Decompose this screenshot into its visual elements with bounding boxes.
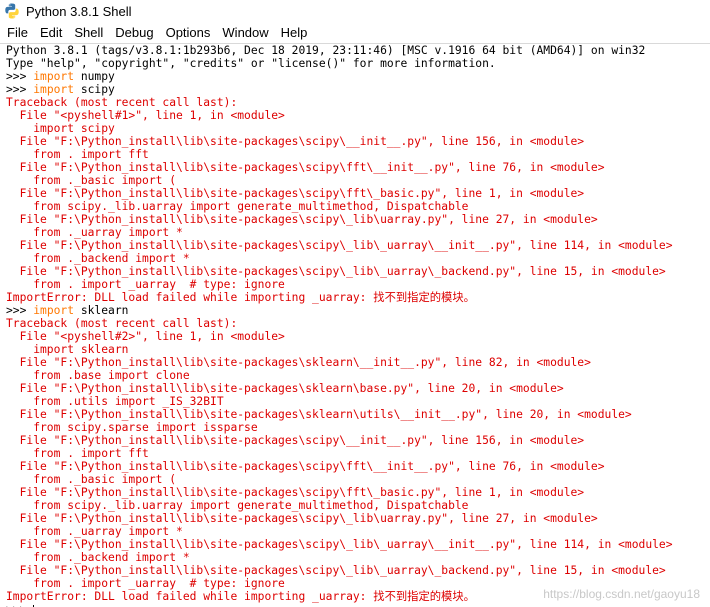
error-line: Traceback (most recent call last): bbox=[6, 317, 238, 330]
shell-text-area[interactable]: Python 3.8.1 (tags/v3.8.1:1b293b6, Dec 1… bbox=[0, 43, 710, 607]
error-line: Traceback (most recent call last): bbox=[6, 96, 238, 109]
error-line: from ._basic import ( bbox=[6, 174, 177, 187]
menu-window[interactable]: Window bbox=[216, 23, 274, 43]
error-line: from ._backend import * bbox=[6, 252, 190, 265]
error-line: from .utils import _IS_32BIT bbox=[6, 395, 224, 408]
error-line: File "F:\Python_install\lib\site-package… bbox=[6, 135, 585, 148]
menu-help[interactable]: Help bbox=[275, 23, 314, 43]
menu-bar: File Edit Shell Debug Options Window Hel… bbox=[0, 22, 710, 44]
error-line: from . import _uarray # type: ignore bbox=[6, 278, 285, 291]
error-line: File "F:\Python_install\lib\site-package… bbox=[6, 213, 598, 226]
input-text: numpy bbox=[74, 70, 115, 83]
menu-file[interactable]: File bbox=[0, 23, 34, 43]
error-line: File "F:\Python_install\lib\site-package… bbox=[6, 161, 605, 174]
keyword-token: import bbox=[33, 304, 75, 317]
error-line: from . import fft bbox=[6, 447, 149, 460]
error-line: File "F:\Python_install\lib\site-package… bbox=[6, 265, 666, 278]
error-line: File "F:\Python_install\lib\site-package… bbox=[6, 356, 591, 369]
error-line: ImportError: DLL load failed while impor… bbox=[6, 291, 475, 304]
menu-debug[interactable]: Debug bbox=[109, 23, 159, 43]
error-line: File "F:\Python_install\lib\site-package… bbox=[6, 434, 585, 447]
error-line: File "F:\Python_install\lib\site-package… bbox=[6, 460, 605, 473]
python-icon bbox=[5, 3, 19, 19]
keyword-token: import bbox=[33, 83, 75, 96]
menu-options[interactable]: Options bbox=[160, 23, 217, 43]
shell-input-line: >>> import scipy bbox=[6, 83, 673, 96]
error-line: File "F:\Python_install\lib\site-package… bbox=[6, 538, 673, 551]
error-line: from ._backend import * bbox=[6, 551, 190, 564]
shell-prompt: >>> bbox=[6, 603, 33, 607]
shell-input-line: >>> import numpy bbox=[6, 70, 673, 83]
input-text: scipy bbox=[74, 83, 115, 96]
keyword-token: import bbox=[33, 70, 75, 83]
error-line: from .base import clone bbox=[6, 369, 190, 382]
error-line: from ._uarray import * bbox=[6, 525, 183, 538]
error-line: from scipy.sparse import issparse bbox=[6, 421, 258, 434]
error-line: from scipy._lib.uarray import generate_m… bbox=[6, 200, 469, 213]
error-line: from . import fft bbox=[6, 148, 149, 161]
error-line: File "F:\Python_install\lib\site-package… bbox=[6, 239, 673, 252]
window-title: Python 3.8.1 Shell bbox=[26, 3, 132, 19]
error-line: File "<pyshell#2>", line 1, in <module> bbox=[6, 330, 285, 343]
error-line: File "F:\Python_install\lib\site-package… bbox=[6, 187, 585, 200]
error-line: File "F:\Python_install\lib\site-package… bbox=[6, 512, 598, 525]
shell-output: Python 3.8.1 (tags/v3.8.1:1b293b6, Dec 1… bbox=[6, 44, 673, 607]
error-line: from ._basic import ( bbox=[6, 473, 177, 486]
error-line: File "F:\Python_install\lib\site-package… bbox=[6, 486, 585, 499]
output-line: Type "help", "copyright", "credits" or "… bbox=[6, 57, 496, 70]
shell-prompt: >>> bbox=[6, 70, 34, 83]
error-line: from scipy._lib.uarray import generate_m… bbox=[6, 499, 469, 512]
shell-input-line: >>> import sklearn bbox=[6, 304, 673, 317]
error-line: File "F:\Python_install\lib\site-package… bbox=[6, 564, 666, 577]
shell-input-line: >>> bbox=[6, 603, 673, 607]
menu-shell[interactable]: Shell bbox=[68, 23, 109, 43]
input-text: sklearn bbox=[74, 304, 129, 317]
error-line: from ._uarray import * bbox=[6, 226, 183, 239]
output-line: Python 3.8.1 (tags/v3.8.1:1b293b6, Dec 1… bbox=[6, 44, 646, 57]
shell-prompt: >>> bbox=[6, 83, 34, 96]
title-bar: Python 3.8.1 Shell bbox=[0, 0, 710, 22]
error-line: File "<pyshell#1>", line 1, in <module> bbox=[6, 109, 285, 122]
error-line: File "F:\Python_install\lib\site-package… bbox=[6, 382, 564, 395]
menu-edit[interactable]: Edit bbox=[34, 23, 68, 43]
error-line: import sklearn bbox=[6, 343, 129, 356]
shell-prompt: >>> bbox=[6, 304, 34, 317]
error-line: File "F:\Python_install\lib\site-package… bbox=[6, 408, 632, 421]
error-line: import scipy bbox=[6, 122, 115, 135]
watermark: https://blog.csdn.net/gaoyu18 bbox=[543, 587, 700, 601]
